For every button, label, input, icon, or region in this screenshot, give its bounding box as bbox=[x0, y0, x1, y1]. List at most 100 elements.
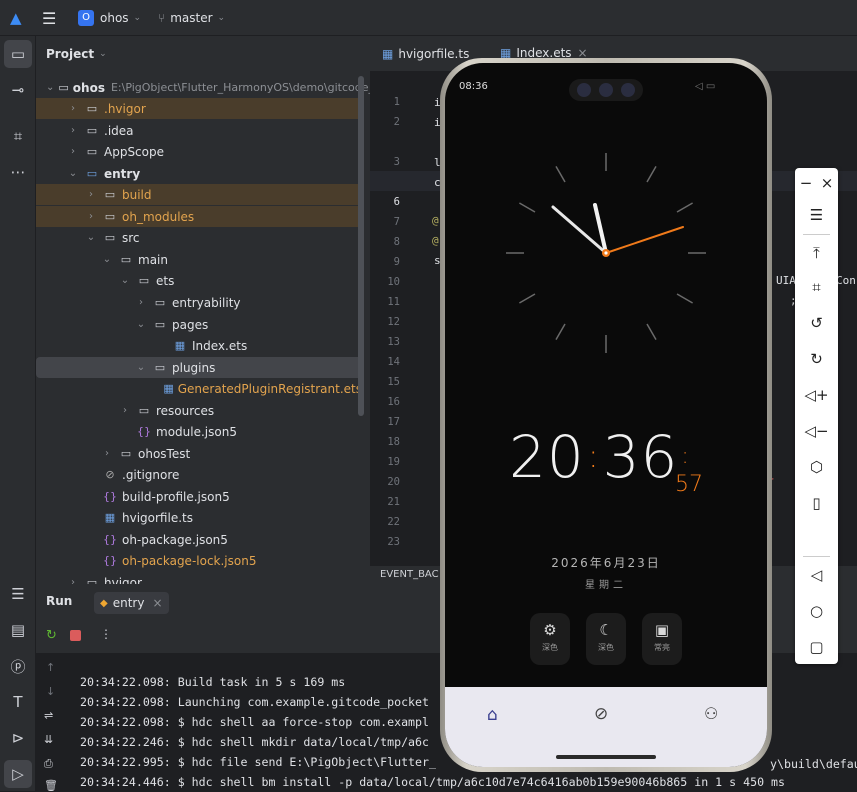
compass-icon[interactable]: ⊘ bbox=[594, 704, 608, 724]
close-icon[interactable]: × bbox=[152, 596, 162, 610]
menu-icon[interactable]: ☰ bbox=[795, 200, 838, 230]
project-panel-header[interactable]: Project ⌄ bbox=[46, 36, 107, 72]
build-icon[interactable]: T bbox=[4, 688, 32, 716]
chevron-down-icon[interactable]: ⌄ bbox=[100, 254, 114, 265]
layout-icon[interactable]: ▤ bbox=[4, 616, 32, 644]
tree-row-main[interactable]: ⌄ ▭ main bbox=[36, 249, 362, 270]
more-icon[interactable]: ⋮ bbox=[100, 627, 112, 641]
weekday-text: 星期二 bbox=[585, 580, 627, 591]
volume-up-icon[interactable]: ◁+ bbox=[795, 380, 838, 410]
status-time: 08:36 bbox=[459, 81, 488, 92]
trash-icon[interactable]: 🗑 bbox=[44, 779, 58, 792]
chevron-right-icon[interactable]: › bbox=[134, 297, 148, 308]
tree-row-hvigorfile-ts[interactable]: ▦ hvigorfile.ts bbox=[36, 507, 362, 528]
back-icon[interactable]: ◁ bbox=[795, 560, 838, 590]
tree-row-generatedpluginregistrant-ets[interactable]: ▦ GeneratedPluginRegistrant.ets bbox=[36, 378, 362, 399]
line-number: 23 bbox=[387, 536, 400, 548]
tree-row-entryability[interactable]: › ▭ entryability bbox=[36, 292, 362, 313]
tree-root[interactable]: ⌄ ▭ ohos E:\PigObject\Flutter_HarmonyOS\… bbox=[36, 77, 381, 98]
tree-row-oh-modules[interactable]: › ▭ oh_modules bbox=[36, 206, 362, 227]
scroll-end-icon[interactable]: ⇊ bbox=[44, 733, 53, 746]
tree-row-idea[interactable]: › ▭ .idea bbox=[36, 120, 362, 141]
profiler-icon[interactable]: ⓟ bbox=[4, 652, 32, 680]
chevron-down-icon[interactable]: ⌄ bbox=[66, 168, 80, 179]
tree-row-index-ets[interactable]: ▦ Index.ets bbox=[36, 335, 362, 356]
crop-icon[interactable]: ⌗ bbox=[795, 272, 838, 302]
minimize-icon[interactable]: − bbox=[795, 168, 817, 198]
chevron-right-icon[interactable]: › bbox=[66, 146, 80, 157]
soft-wrap-icon[interactable]: ⇌ bbox=[44, 709, 53, 722]
person-icon[interactable]: ⚇ bbox=[704, 704, 718, 723]
code-fragment: @ bbox=[432, 234, 439, 247]
phone-screen[interactable]: 08:36 ◁ ▭ 20:36: 57 2026年6月23日 星期二 ⌂ ⊘ ⚇… bbox=[445, 63, 767, 767]
quick-control-3[interactable]: ▣ 常亮 bbox=[642, 613, 682, 665]
rotate-left-icon[interactable]: ↺ bbox=[795, 308, 838, 338]
home-icon[interactable]: ○ bbox=[795, 596, 838, 626]
stop-icon[interactable] bbox=[70, 630, 81, 641]
chevron-down-icon[interactable]: ⌄ bbox=[134, 319, 148, 330]
home-icon[interactable]: ⌂ bbox=[487, 705, 498, 725]
clock-tick bbox=[646, 166, 657, 183]
tree-row-oh-package-json5[interactable]: {} oh-package.json5 bbox=[36, 529, 362, 550]
tree-row-entry[interactable]: ⌄ ▭ entry bbox=[36, 163, 362, 184]
quick-control-2[interactable]: ☾ 深色 bbox=[586, 613, 626, 665]
tree-row-hvigor[interactable]: › ▭ .hvigor bbox=[36, 98, 362, 119]
print-icon[interactable]: ⎙ bbox=[44, 757, 53, 771]
chevron-right-icon[interactable]: › bbox=[84, 189, 98, 200]
quick-control-1[interactable]: ⚙ 深色 bbox=[530, 613, 570, 665]
module-icon: ◆ bbox=[100, 597, 108, 609]
rerun-icon[interactable]: ↻ bbox=[46, 628, 57, 643]
project-selector[interactable]: O ohos ⌄ bbox=[78, 0, 141, 36]
project-scrollbar[interactable] bbox=[358, 76, 364, 416]
chevron-right-icon[interactable]: › bbox=[66, 103, 80, 114]
rotate-right-icon[interactable]: ↻ bbox=[795, 344, 838, 374]
tree-row-oh-package-lock-json5[interactable]: {} oh-package-lock.json5 bbox=[36, 550, 362, 571]
structure-tool-icon[interactable]: ⌗ bbox=[4, 122, 32, 150]
tree-row-appscope[interactable]: › ▭ AppScope bbox=[36, 141, 362, 162]
project-tool-icon[interactable]: ▭ bbox=[4, 40, 32, 68]
tree-row-build-profile-json5[interactable]: {} build-profile.json5 bbox=[36, 486, 362, 507]
scroll-up-icon[interactable]: ↑ bbox=[46, 661, 55, 674]
folder-icon: ▭ bbox=[104, 210, 116, 223]
analog-clock bbox=[506, 153, 706, 353]
tree-row-label: .gitignore bbox=[122, 467, 180, 482]
chevron-down-icon[interactable]: ⌄ bbox=[118, 275, 132, 286]
run-tool-icon[interactable]: ▷ bbox=[4, 760, 32, 788]
chevron-down-icon[interactable]: ⌄ bbox=[134, 362, 148, 373]
digital-seconds: 57 bbox=[675, 472, 703, 497]
scroll-down-icon[interactable]: ↓ bbox=[46, 685, 55, 698]
tree-row-ets[interactable]: ⌄ ▭ ets bbox=[36, 270, 362, 291]
branch-selector[interactable]: ⑂ master ⌄ bbox=[158, 0, 225, 36]
tree-row-ohostest[interactable]: › ▭ ohosTest bbox=[36, 443, 362, 464]
tree-root-label: ohos bbox=[72, 80, 105, 95]
chevron-right-icon[interactable]: › bbox=[118, 405, 132, 416]
problems-icon[interactable]: ⊳ bbox=[4, 724, 32, 752]
gesture-bar[interactable] bbox=[556, 755, 656, 759]
chevron-right-icon[interactable]: › bbox=[84, 211, 98, 222]
device-icon[interactable]: ▯ bbox=[795, 488, 838, 518]
digital-hours: 20 bbox=[509, 423, 585, 491]
chevron-down-icon[interactable]: ⌄ bbox=[84, 232, 98, 243]
chevron-right-icon[interactable]: › bbox=[66, 125, 80, 136]
recent-apps-icon[interactable]: ▢ bbox=[795, 632, 838, 662]
main-menu-icon[interactable]: ☰ bbox=[42, 0, 56, 36]
tree-row-src[interactable]: ⌄ ▭ src bbox=[36, 227, 362, 248]
tree-row-module-json5[interactable]: {} module.json5 bbox=[36, 421, 362, 442]
tree-row-pages[interactable]: ⌄ ▭ pages bbox=[36, 314, 362, 335]
more-tools-icon[interactable]: ⋯ bbox=[4, 158, 32, 186]
chevron-right-icon[interactable]: › bbox=[100, 448, 114, 459]
commit-tool-icon[interactable]: ⊸ bbox=[4, 76, 32, 104]
tree-row-label: Index.ets bbox=[192, 338, 248, 353]
run-tab-entry[interactable]: ◆ entry × bbox=[94, 592, 169, 614]
clock-tick bbox=[555, 166, 566, 183]
control-icon: ▣ bbox=[654, 621, 670, 639]
tree-row-resources[interactable]: › ▭ resources bbox=[36, 400, 362, 421]
tree-row-build[interactable]: › ▭ build bbox=[36, 184, 362, 205]
shake-icon[interactable]: ⬡ bbox=[795, 452, 838, 482]
tree-row-plugins[interactable]: ⌄ ▭ plugins bbox=[36, 357, 362, 378]
volume-down-icon[interactable]: ◁− bbox=[795, 416, 838, 446]
close-icon[interactable]: × bbox=[816, 168, 838, 198]
tree-row-gitignore[interactable]: ⊘ .gitignore bbox=[36, 464, 362, 485]
todo-icon[interactable]: ☰ bbox=[4, 580, 32, 608]
pin-top-icon[interactable]: ⤒ bbox=[795, 238, 838, 268]
